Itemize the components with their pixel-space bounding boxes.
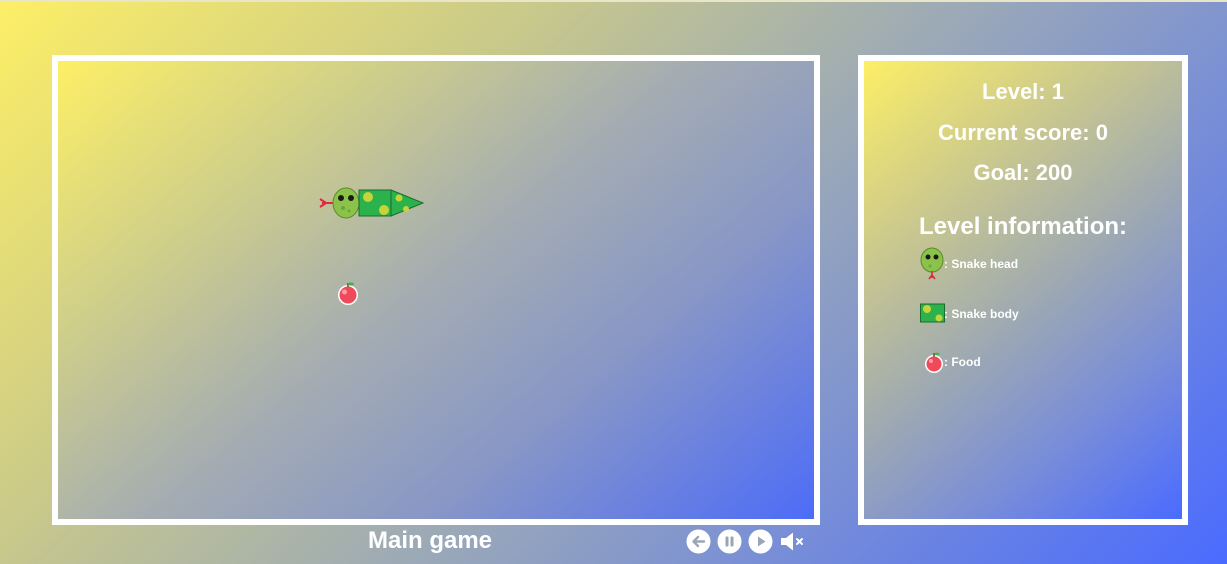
snake-tail bbox=[390, 189, 425, 217]
apple-food-icon bbox=[338, 282, 358, 305]
arrow-left-icon bbox=[686, 529, 711, 553]
mute-button[interactable] bbox=[779, 529, 809, 554]
top-divider bbox=[0, 0, 1227, 2]
snake-head-icon bbox=[920, 247, 946, 280]
current-score-label: Current score: 0 bbox=[938, 120, 1108, 145]
legend-item-snake-head: : Snake head bbox=[920, 247, 1019, 280]
level-label: Level: 1 bbox=[982, 79, 1064, 104]
level-information-title: Level information: bbox=[918, 213, 1128, 240]
play-icon bbox=[748, 529, 773, 553]
snake bbox=[319, 187, 425, 219]
play-button[interactable] bbox=[748, 529, 773, 554]
snake-head-icon bbox=[332, 187, 360, 219]
apple-food-icon bbox=[920, 347, 946, 377]
game-controls bbox=[686, 528, 815, 554]
snake-body-icon bbox=[920, 299, 946, 329]
speaker-muted-icon bbox=[781, 532, 803, 550]
pause-icon bbox=[717, 529, 742, 553]
game-board[interactable] bbox=[52, 55, 820, 525]
goal-label: Goal: 200 bbox=[973, 160, 1073, 185]
pause-button[interactable] bbox=[717, 529, 742, 554]
legend-item-snake-body: : Snake body bbox=[920, 299, 1019, 329]
legend-label-food: : Food bbox=[944, 355, 981, 369]
snake-body-segment bbox=[358, 189, 392, 217]
legend-label-snake-head: : Snake head bbox=[944, 257, 1019, 271]
info-panel: Level: 1 Current score: 0 Goal: 200 Leve… bbox=[858, 55, 1188, 525]
snake-tongue bbox=[319, 198, 334, 208]
back-button[interactable] bbox=[686, 529, 711, 554]
legend-item-food: : Food bbox=[920, 347, 981, 377]
legend-label-snake-body: : Snake body bbox=[944, 307, 1019, 321]
